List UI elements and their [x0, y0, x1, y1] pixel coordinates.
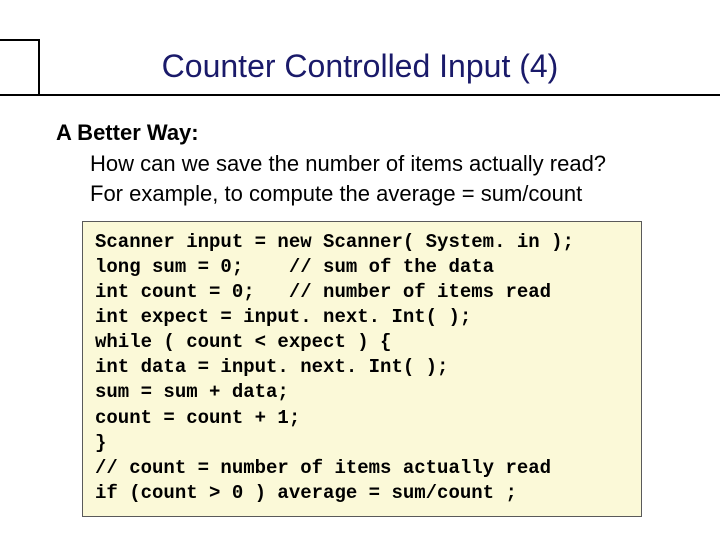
code-line: count = count + 1; [95, 407, 300, 429]
rule-stub [0, 39, 38, 41]
code-line: } [95, 432, 106, 454]
example-line: For example, to compute the average = su… [90, 180, 666, 208]
rule-under-title [0, 94, 720, 96]
slide-title: Counter Controlled Input (4) [154, 48, 567, 85]
code-line: while ( count < expect ) { [95, 331, 391, 353]
code-line: if (count > 0 ) average = sum/count ; [95, 482, 517, 504]
slide: Counter Controlled Input (4) A Better Wa… [0, 0, 720, 540]
code-block: Scanner input = new Scanner( System. in … [82, 221, 642, 517]
code-line: Scanner input = new Scanner( System. in … [95, 231, 574, 253]
slide-body: A Better Way: How can we save the number… [56, 120, 666, 517]
question-line: How can we save the number of items actu… [90, 150, 666, 178]
code-line: int data = input. next. Int( ); [95, 356, 448, 378]
code-line: sum = sum + data; [95, 381, 289, 403]
code-line: long sum = 0; // sum of the data [95, 256, 494, 278]
code-line: int expect = input. next. Int( ); [95, 306, 471, 328]
code-line: // count = number of items actually read [95, 457, 551, 479]
code-line: int count = 0; // number of items read [95, 281, 551, 303]
title-wrap: Counter Controlled Input (4) [0, 48, 720, 85]
lead-line: A Better Way: [56, 120, 666, 146]
